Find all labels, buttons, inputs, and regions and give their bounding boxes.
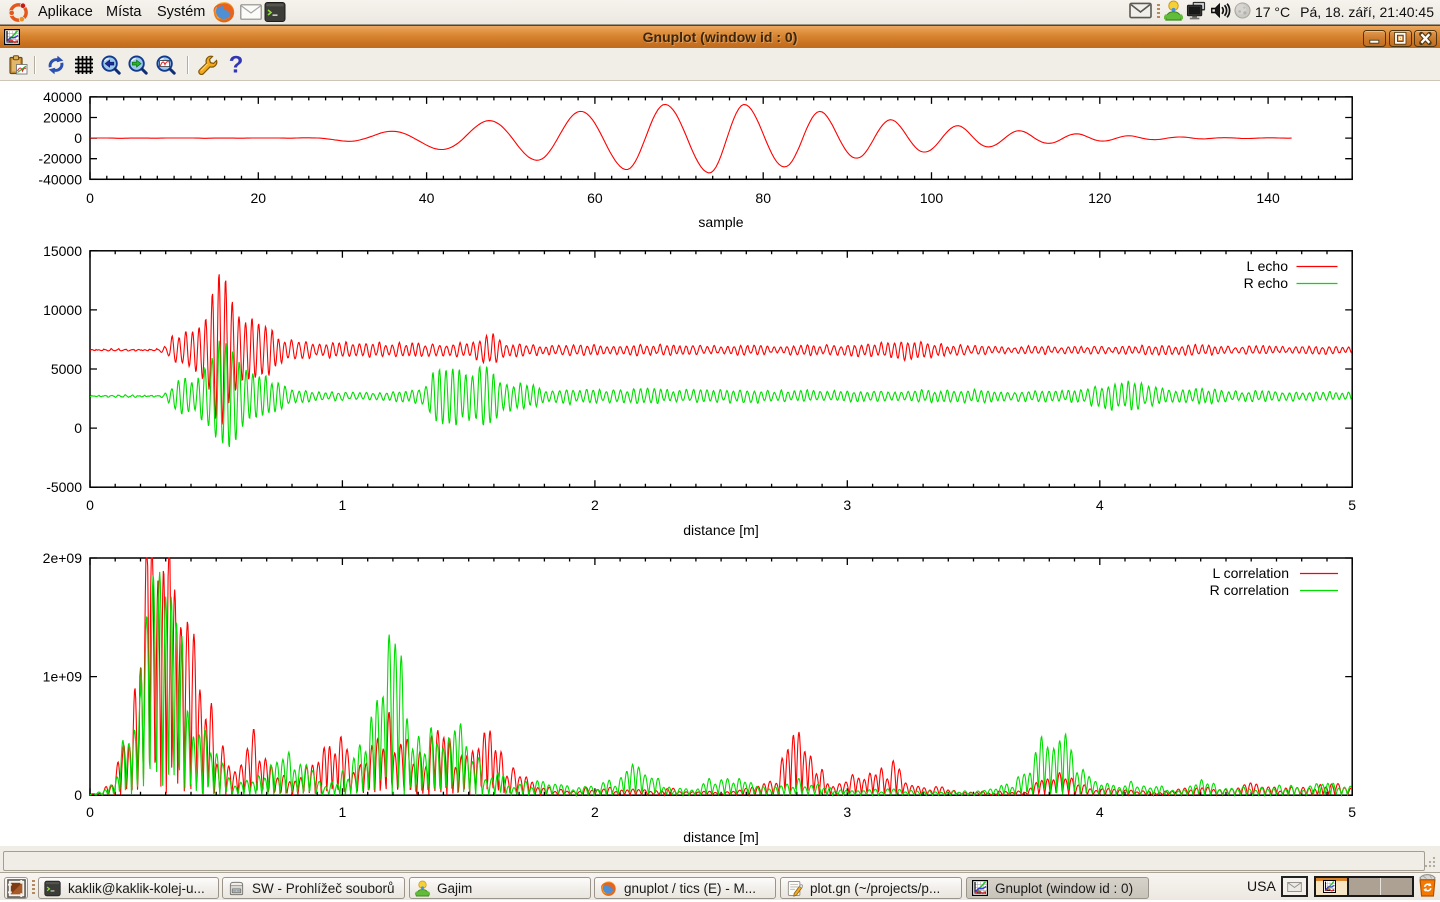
svg-text:1e+09: 1e+09 bbox=[43, 669, 83, 685]
svg-text:20: 20 bbox=[251, 190, 267, 206]
svg-text:5: 5 bbox=[1348, 497, 1356, 513]
svg-text:15000: 15000 bbox=[43, 243, 82, 259]
svg-text:R correlation: R correlation bbox=[1210, 582, 1289, 598]
svg-text:5000: 5000 bbox=[51, 361, 82, 377]
svg-text:100: 100 bbox=[920, 190, 944, 206]
svg-text:140: 140 bbox=[1256, 190, 1280, 206]
svg-text:20000: 20000 bbox=[43, 110, 82, 126]
svg-text:0: 0 bbox=[74, 420, 82, 436]
svg-text:3: 3 bbox=[843, 804, 851, 820]
svg-text:60: 60 bbox=[587, 190, 603, 206]
svg-text:3: 3 bbox=[843, 497, 851, 513]
svg-text:L echo: L echo bbox=[1246, 258, 1288, 274]
svg-text:0: 0 bbox=[74, 130, 82, 146]
svg-text:0: 0 bbox=[86, 497, 94, 513]
svg-text:0: 0 bbox=[86, 190, 94, 206]
svg-text:10000: 10000 bbox=[43, 302, 82, 318]
svg-text:40000: 40000 bbox=[43, 89, 82, 105]
svg-text:4: 4 bbox=[1096, 804, 1104, 820]
svg-text:sample: sample bbox=[698, 214, 743, 230]
svg-text:distance [m]: distance [m] bbox=[683, 829, 758, 845]
svg-text:-40000: -40000 bbox=[38, 171, 82, 187]
svg-text:-5000: -5000 bbox=[46, 479, 82, 495]
svg-text:?: ? bbox=[229, 55, 244, 75]
svg-text:2e+09: 2e+09 bbox=[43, 550, 83, 566]
svg-text:L correlation: L correlation bbox=[1212, 565, 1289, 581]
svg-text:0: 0 bbox=[86, 804, 94, 820]
svg-text:2: 2 bbox=[591, 497, 599, 513]
svg-text:80: 80 bbox=[755, 190, 771, 206]
svg-text:40: 40 bbox=[419, 190, 435, 206]
svg-text:-20000: -20000 bbox=[38, 151, 82, 167]
svg-text:1: 1 bbox=[339, 804, 347, 820]
svg-text:1: 1 bbox=[339, 497, 347, 513]
svg-text:R echo: R echo bbox=[1244, 275, 1289, 291]
svg-text:120: 120 bbox=[1088, 190, 1112, 206]
svg-text:0: 0 bbox=[74, 787, 82, 803]
svg-text:distance [m]: distance [m] bbox=[683, 522, 758, 538]
svg-text:2: 2 bbox=[591, 804, 599, 820]
svg-text:5: 5 bbox=[1348, 804, 1356, 820]
svg-text:4: 4 bbox=[1096, 497, 1104, 513]
